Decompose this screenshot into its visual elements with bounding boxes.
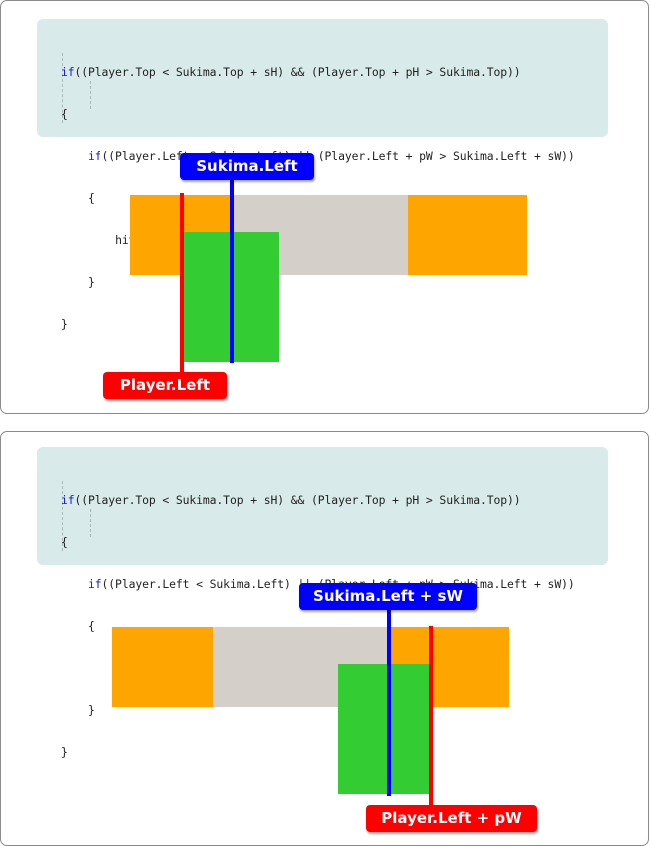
sukima-left-label: Sukima.Left xyxy=(180,153,314,180)
code-line: } xyxy=(61,745,68,759)
code-line: if((Player.Top < Sukima.Top + sH) && (Pl… xyxy=(61,65,521,79)
player-block xyxy=(338,664,430,794)
sukima-right-marker-line xyxy=(387,609,391,796)
obstacle-right-block xyxy=(408,195,527,275)
sukima-right-label: Sukima.Left + sW xyxy=(299,583,477,610)
code-text: if((Player.Top < Sukima.Top + sH) && (Pl… xyxy=(61,465,577,787)
player-right-marker-line xyxy=(429,626,433,807)
code-line: if((Player.Left < Sukima.Left) || (Playe… xyxy=(61,144,575,168)
code-line: } xyxy=(88,275,95,289)
player-right-label: Player.Left + pW xyxy=(366,805,537,832)
player-left-marker-line xyxy=(180,193,184,373)
diagram-panel-left-check: if((Player.Top < Sukima.Top + sH) && (Pl… xyxy=(0,0,649,414)
sukima-left-marker-line xyxy=(230,179,234,363)
code-block: if((Player.Top < Sukima.Top + sH) && (Pl… xyxy=(37,447,608,759)
code-line: { xyxy=(61,107,68,121)
code-line: } xyxy=(61,317,68,331)
obstacle-left-block xyxy=(112,627,213,707)
code-block: if((Player.Top < Sukima.Top + sH) && (Pl… xyxy=(37,19,608,331)
diagram-panel-right-check: if((Player.Top < Sukima.Top + sH) && (Pl… xyxy=(0,431,649,846)
player-left-label: Player.Left xyxy=(103,372,227,399)
code-line: { xyxy=(61,535,68,549)
code-line: if((Player.Top < Sukima.Top + sH) && (Pl… xyxy=(61,493,521,507)
